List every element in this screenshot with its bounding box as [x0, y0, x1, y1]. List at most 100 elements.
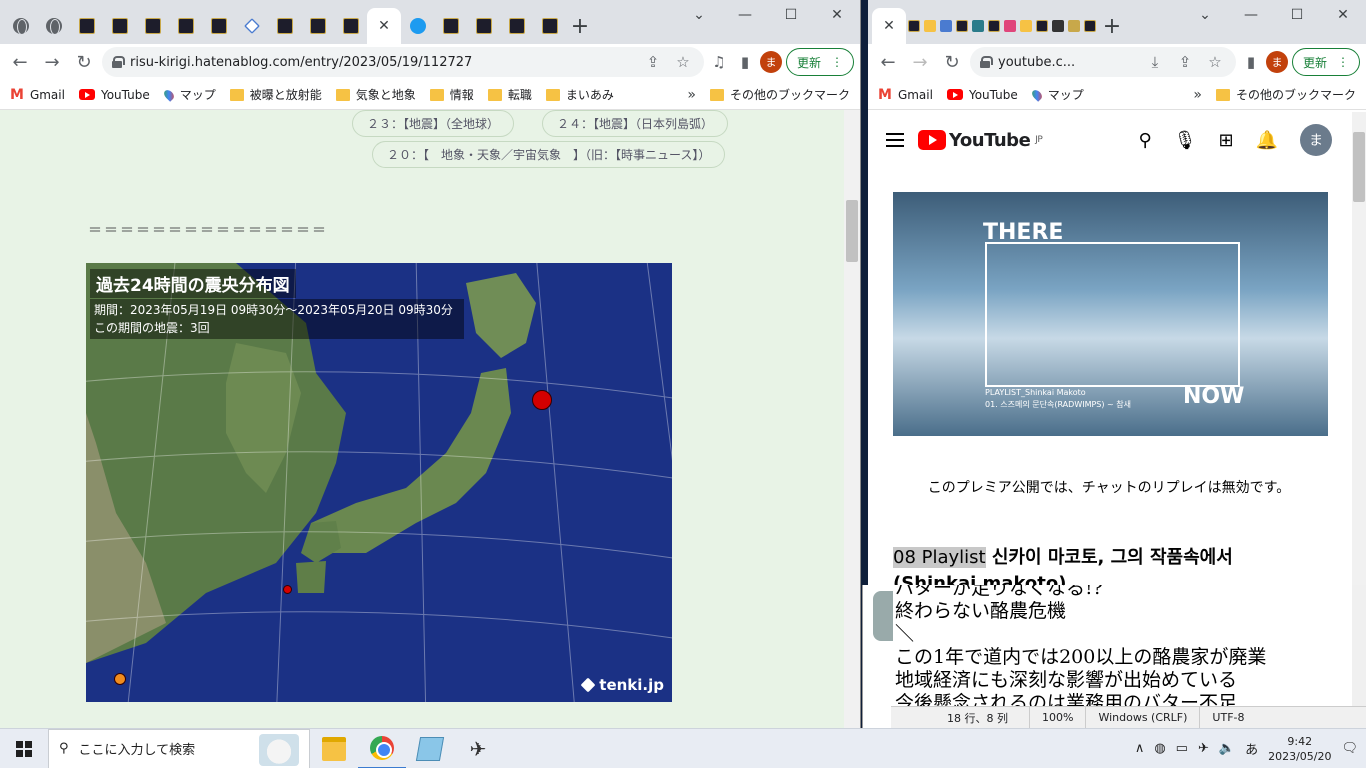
bookmark-other[interactable]: その他のブックマーク: [1215, 86, 1356, 103]
tab-mini-5[interactable]: [970, 8, 986, 44]
battery-icon[interactable]: ▭: [1176, 741, 1188, 756]
tab-mini-7[interactable]: [1002, 8, 1018, 44]
start-button[interactable]: [0, 729, 48, 768]
window-close-icon[interactable]: ✕: [814, 0, 860, 30]
url-text[interactable]: youtube.c...: [998, 55, 1136, 70]
reload-icon[interactable]: ↻: [938, 48, 966, 76]
create-video-icon[interactable]: ⊞: [1218, 130, 1233, 151]
tab-search-icon[interactable]: ⌄: [1182, 0, 1228, 30]
bookmark-youtube[interactable]: YouTube: [946, 88, 1018, 102]
ime-indicator[interactable]: あ: [1245, 739, 1258, 758]
install-icon[interactable]: ⤓: [1144, 53, 1166, 71]
update-button[interactable]: 更新 ⋮: [785, 48, 854, 76]
show-hidden-icons-icon[interactable]: ∧: [1135, 741, 1145, 756]
maximize-icon[interactable]: ☐: [1274, 0, 1320, 30]
bookmark-other[interactable]: その他のブックマーク: [709, 86, 850, 103]
bookmark-gmail[interactable]: M Gmail: [878, 87, 933, 103]
profile-avatar[interactable]: ま: [1265, 51, 1288, 73]
tab-mini-4[interactable]: [954, 8, 970, 44]
tab-blog-12[interactable]: [533, 8, 566, 44]
tab-blog-10[interactable]: [467, 8, 500, 44]
forward-icon[interactable]: →: [906, 48, 934, 76]
taskbar-notepad[interactable]: [406, 729, 454, 768]
share-icon[interactable]: ⇪: [1174, 53, 1196, 71]
tab-mini-6[interactable]: [986, 8, 1002, 44]
clock[interactable]: 9:42 2023/05/20: [1268, 734, 1331, 764]
tab-mini-3[interactable]: [938, 8, 954, 44]
lock-icon[interactable]: [980, 56, 993, 68]
tab-mini-9[interactable]: [1034, 8, 1050, 44]
more-bookmarks-icon[interactable]: »: [1193, 87, 1202, 103]
youtube-avatar[interactable]: ま: [1300, 124, 1332, 156]
bookmark-youtube[interactable]: YouTube: [78, 88, 150, 102]
bookmark-maps[interactable]: マップ: [1029, 86, 1084, 103]
tab-blog-7[interactable]: [301, 8, 334, 44]
forward-icon[interactable]: →: [38, 48, 66, 76]
bookmark-gmail[interactable]: M Gmail: [10, 87, 65, 103]
meet-now-icon[interactable]: ◍: [1154, 741, 1165, 756]
tab-blog-6[interactable]: [268, 8, 301, 44]
tab-blog-9[interactable]: [434, 8, 467, 44]
tab-mini-8[interactable]: [1018, 8, 1034, 44]
youtube-logo[interactable]: YouTube JP: [918, 130, 1043, 151]
bookmark-folder-5[interactable]: まいあみ: [545, 86, 614, 103]
scroll-thumb[interactable]: [846, 200, 858, 262]
tag-pill-24[interactable]: ２４：【地震】（日本列島弧）: [542, 110, 729, 137]
bookmark-folder-1[interactable]: 被曝と放射能: [229, 86, 322, 103]
tab-blog-3[interactable]: [136, 8, 169, 44]
tag-pill-20[interactable]: ２０：【 地象・天象／宇宙気象 】（旧：【時事ニュース】）: [372, 141, 726, 168]
scroll-thumb[interactable]: [1353, 132, 1365, 202]
minimize-icon[interactable]: —: [1228, 0, 1274, 30]
update-button[interactable]: 更新 ⋮: [1291, 48, 1360, 76]
back-icon[interactable]: ←: [874, 48, 902, 76]
tab-cube[interactable]: [235, 8, 268, 44]
taskbar-file-explorer[interactable]: [310, 729, 358, 768]
notepad-text[interactable]: バターが足りなくなる!? 終わらない酪農危機 ＼ この1年で道内では200以上の酪農家…: [895, 585, 1266, 715]
bookmark-folder-2[interactable]: 気象と地象: [335, 86, 416, 103]
tab-mini-1[interactable]: [906, 8, 922, 44]
tab-mini-11[interactable]: [1066, 8, 1082, 44]
microphone-icon[interactable]: 🎙: [1174, 130, 1197, 151]
tab-blog-1[interactable]: [70, 8, 103, 44]
address-bar[interactable]: risu-kirigi.hatenablog.com/entry/2023/05…: [102, 47, 704, 77]
url-text[interactable]: risu-kirigi.hatenablog.com/entry/2023/05…: [130, 55, 634, 70]
youtube-scrollbar[interactable]: [1352, 112, 1366, 585]
lock-icon[interactable]: [112, 56, 125, 68]
tab-mini-2[interactable]: [922, 8, 938, 44]
tab-active[interactable]: ✕: [367, 8, 401, 44]
maximize-icon[interactable]: ☐: [768, 0, 814, 30]
window-close-icon[interactable]: ✕: [1320, 0, 1366, 30]
notepad-scrollbar[interactable]: [1352, 585, 1366, 706]
new-tab-button-right[interactable]: +: [1098, 8, 1126, 44]
media-icon[interactable]: ♫: [708, 53, 730, 71]
tab-blog-5[interactable]: [202, 8, 235, 44]
notification-icon[interactable]: 🗨: [1341, 741, 1358, 756]
back-icon[interactable]: ←: [6, 48, 34, 76]
reload-icon[interactable]: ↻: [70, 48, 98, 76]
taskbar-app-plane[interactable]: ✈: [454, 729, 502, 768]
tab-blog-8[interactable]: [334, 8, 367, 44]
taskbar-search[interactable]: ⚲ ここに入力して検索: [48, 728, 310, 768]
tab-mini-10[interactable]: [1050, 8, 1066, 44]
share-icon[interactable]: ⇪: [642, 53, 664, 71]
video-thumbnail[interactable]: THERE PLAYLIST_Shinkai Makoto 01. 스즈메의 문…: [893, 192, 1328, 436]
tab-globe-2[interactable]: [37, 8, 70, 44]
tab-mini-12[interactable]: [1082, 8, 1098, 44]
tab-search-icon[interactable]: ⌄: [676, 0, 722, 30]
network-icon[interactable]: ✈: [1198, 741, 1209, 756]
left-page-scrollbar[interactable]: [844, 110, 860, 728]
bookmark-maps[interactable]: マップ: [161, 86, 216, 103]
tag-pill-23[interactable]: ２３：【地震】（全地球）: [352, 110, 515, 137]
tab-active-right[interactable]: ✕: [872, 8, 906, 44]
profile-avatar[interactable]: ま: [759, 51, 782, 73]
close-icon[interactable]: ✕: [378, 18, 390, 34]
more-bookmarks-icon[interactable]: »: [687, 87, 696, 103]
new-tab-button[interactable]: +: [566, 8, 594, 44]
bookmark-folder-3[interactable]: 情報: [429, 86, 474, 103]
tab-twitter[interactable]: [401, 8, 434, 44]
minimize-icon[interactable]: —: [722, 0, 768, 30]
menu-icon[interactable]: [886, 133, 904, 147]
close-icon[interactable]: ✕: [883, 18, 895, 34]
address-bar-right[interactable]: youtube.c... ⤓ ⇪ ☆: [970, 47, 1236, 77]
volume-icon[interactable]: 🔈: [1219, 741, 1235, 756]
